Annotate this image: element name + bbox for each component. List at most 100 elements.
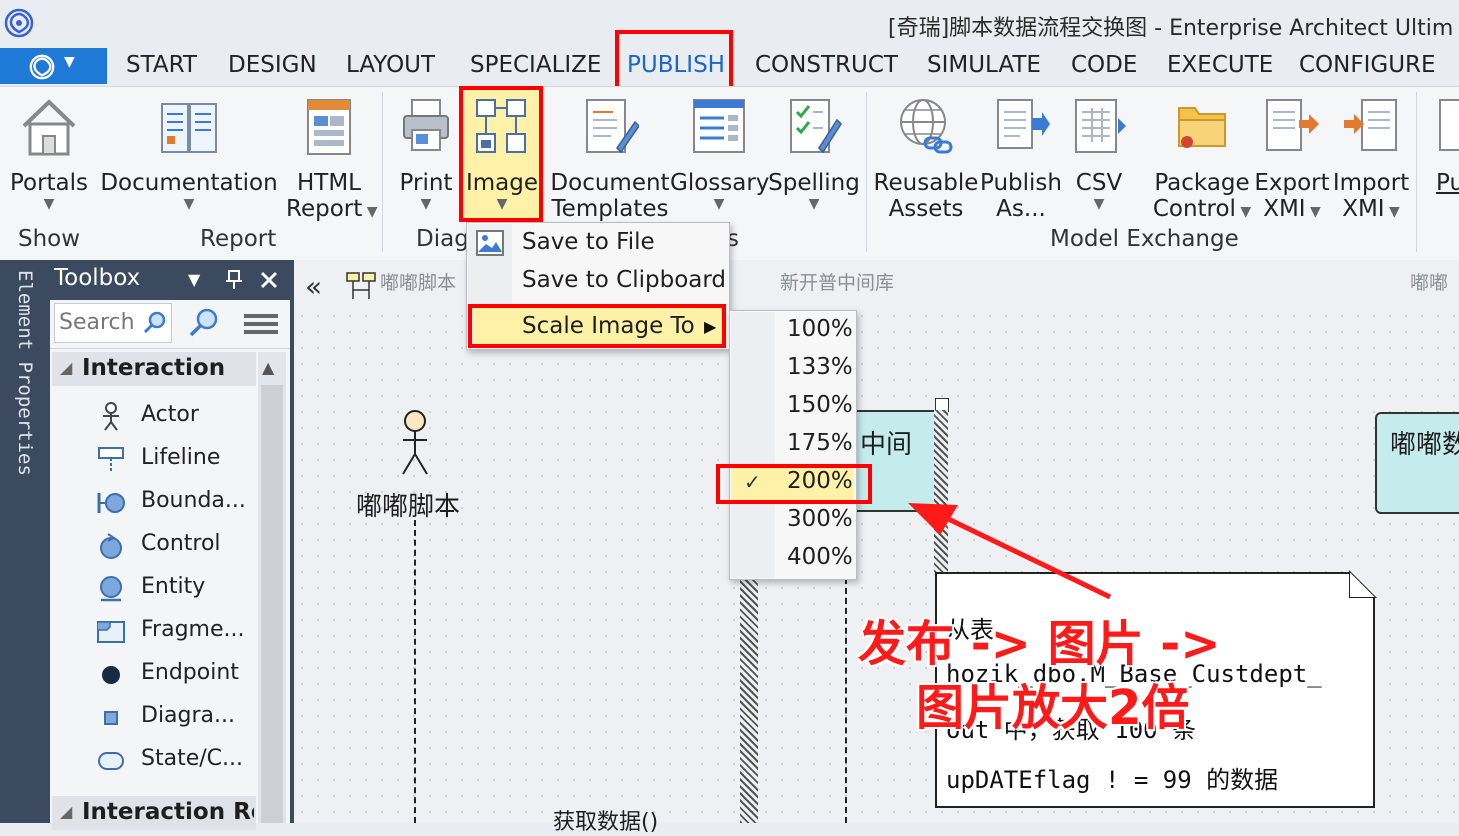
scale-option-175[interactable]: 175% (787, 430, 853, 456)
export-icon (1266, 99, 1319, 151)
lifeline-header-right: 嘟嘟 (1410, 272, 1449, 294)
search-icon[interactable] (142, 310, 168, 336)
ribbon-separator (866, 92, 867, 252)
scale-option-400[interactable]: 400% (787, 544, 853, 570)
package-control-label-1: Package (1154, 170, 1250, 196)
pin-icon[interactable] (224, 269, 244, 291)
publish-as-label-2: As... (996, 196, 1046, 222)
section-interaction-relationships-label: Interaction Rel (82, 799, 254, 825)
export-xmi-button[interactable]: Export XMI ▼ (1254, 96, 1330, 225)
toolbox-item-state-continuation[interactable]: State/C... (141, 746, 243, 771)
group-model-exchange: Model Exchange (1050, 226, 1239, 252)
section-interaction-header[interactable]: ◢ Interaction (52, 352, 256, 386)
printer-icon (403, 99, 449, 151)
glossary-button[interactable]: Glossary ▼ (670, 96, 769, 212)
portals-button[interactable]: Portals ▼ (8, 96, 90, 212)
tab-construct[interactable]: CONSTRUCT (755, 52, 898, 78)
csv-button[interactable]: CSV ▼ (1068, 96, 1130, 212)
package-control-button[interactable]: Package Control ▼ (1150, 96, 1254, 225)
toolbox-item-entity[interactable]: Entity (141, 574, 205, 599)
document-templates-button[interactable]: Document Templates (548, 96, 672, 222)
chevron-down-icon[interactable]: ▼ (188, 270, 200, 289)
html-report-button[interactable]: HTML Report ▼ (286, 96, 377, 225)
tab-simulate[interactable]: SIMULATE (927, 52, 1041, 78)
chevron-down-icon: ▼ (808, 196, 820, 212)
note-line-4: upDATEflag ! = 99 的数据 (946, 766, 1279, 794)
toolbox-item-actor[interactable]: Actor (141, 402, 199, 427)
document-edit-icon (586, 99, 639, 154)
annotation-text-line-1: 发布 -> 图片 -> (858, 616, 1221, 672)
diagram-gate-icon (104, 711, 118, 725)
window-title: [奇瑞]脚本数据流程交换图 - Enterprise Architect Ult… (888, 16, 1454, 41)
control-icon (100, 533, 122, 559)
spelling-label: Spelling (768, 170, 860, 196)
toolbox-scroll-thumb[interactable] (261, 385, 283, 823)
tab-code[interactable]: CODE (1071, 52, 1137, 78)
package-folder-icon (1178, 107, 1226, 148)
csv-label: CSV (1075, 170, 1123, 196)
toolbox-item-control[interactable]: Control (141, 531, 221, 556)
element-properties-label[interactable]: Element Properties (14, 270, 36, 476)
menu-item-save-to-file[interactable]: Save to File (522, 229, 655, 255)
find-toolbox-icon[interactable] (188, 307, 220, 339)
tab-layout[interactable]: LAYOUT (346, 52, 435, 78)
portals-label: Portals (9, 170, 89, 196)
tab-specialize[interactable]: SPECIALIZE (470, 52, 601, 78)
toolbox-item-diagram-gate[interactable]: Diagra... (141, 703, 235, 728)
menu-item-save-to-clipboard[interactable]: Save to Clipboard (522, 267, 726, 293)
scale-option-150[interactable]: 150% (787, 392, 853, 418)
publish-more-button[interactable]: Pu (1436, 96, 1459, 196)
collapse-left-icon[interactable]: « (305, 270, 322, 303)
home-icon (22, 99, 76, 156)
toolbox-item-boundary[interactable]: Bounda... (141, 488, 246, 513)
print-label: Print (399, 170, 453, 196)
chevron-down-icon: ▼ (1093, 196, 1105, 212)
chevron-down-icon: ▼ (64, 54, 75, 70)
app-logo-icon[interactable] (4, 8, 34, 38)
section-interaction-relationships-header[interactable]: ◢ Interaction Rel (52, 796, 256, 830)
annotation-arrow-icon (908, 503, 1112, 600)
import-xmi-label-2: XMI ▼ (1342, 196, 1400, 222)
package-control-label-2: Control ▼ (1152, 196, 1252, 222)
mid-lifeline (845, 578, 847, 823)
collapse-triangle-icon: ◢ (60, 802, 73, 821)
file-menu-button[interactable]: ▼ (0, 48, 107, 84)
highlight-image-button (459, 86, 543, 222)
tab-configure[interactable]: CONFIGURE (1299, 52, 1436, 78)
group-report: Report (200, 226, 277, 252)
import-xmi-button[interactable]: Import XMI ▼ (1330, 96, 1412, 225)
entity-icon (100, 576, 122, 602)
scale-option-100[interactable]: 100% (787, 316, 853, 342)
chevron-down-icon: ▼ (43, 196, 55, 212)
lifeline-box-right-label: 嘟嘟数 (1390, 430, 1459, 460)
document-icon (1439, 99, 1459, 151)
tab-start[interactable]: START (126, 52, 197, 78)
print-button[interactable]: Print ▼ (394, 96, 458, 212)
spelling-check-icon (790, 99, 842, 154)
toolbox-item-fragment[interactable]: Fragme... (141, 617, 245, 642)
tab-design[interactable]: DESIGN (228, 52, 317, 78)
chevron-down-icon: ▼ (713, 196, 725, 212)
publish-as-button[interactable]: Publish As... (980, 96, 1062, 222)
tab-execute[interactable]: EXECUTE (1167, 52, 1273, 78)
import-icon (1344, 99, 1397, 151)
reusable-assets-button[interactable]: Reusable Assets (872, 96, 980, 222)
scale-option-133[interactable]: 133% (787, 354, 853, 380)
globe-link-icon (900, 99, 953, 154)
scroll-up-arrow-icon[interactable]: ▲ (262, 358, 274, 377)
actor-figure-icon[interactable] (398, 410, 432, 476)
close-icon[interactable] (259, 270, 279, 290)
highlight-200-option (716, 464, 872, 504)
reusable-assets-label-2: Assets (888, 196, 964, 222)
scale-option-300[interactable]: 300% (787, 506, 853, 532)
glossary-icon (693, 99, 745, 153)
toolbox-item-endpoint[interactable]: Endpoint (141, 660, 239, 685)
lifeline-header-mid: 新开普中间库 (780, 272, 895, 294)
documentation-label: Documentation (100, 170, 278, 196)
ribbon-separator (382, 92, 383, 252)
spelling-button[interactable]: Spelling ▼ (768, 96, 860, 212)
documentation-button[interactable]: Documentation ▼ (100, 96, 278, 212)
toolbox-item-lifeline[interactable]: Lifeline (141, 445, 220, 470)
highlight-scale-image-to (468, 304, 726, 348)
hamburger-menu-icon[interactable] (244, 312, 278, 336)
